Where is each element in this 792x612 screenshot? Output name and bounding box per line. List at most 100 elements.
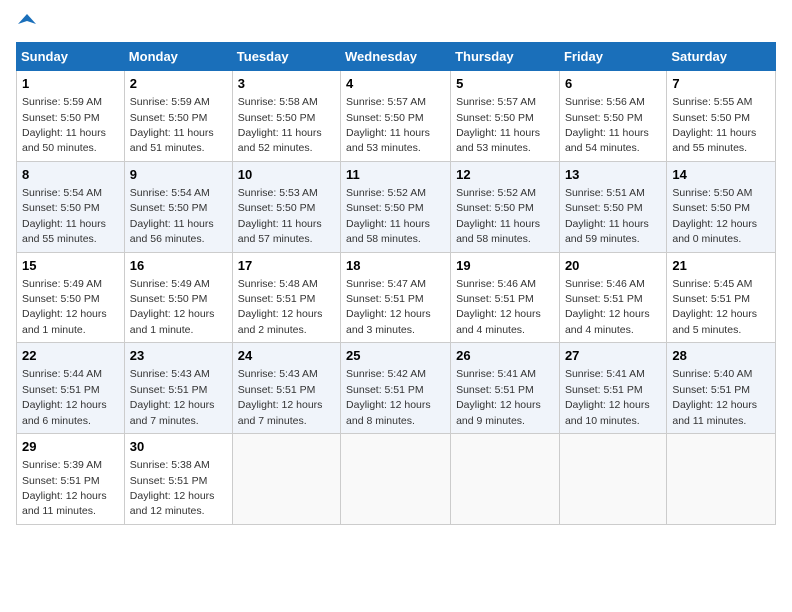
table-row: 29 Sunrise: 5:39 AM Sunset: 5:51 PM Dayl… xyxy=(17,434,125,525)
table-row: 13 Sunrise: 5:51 AM Sunset: 5:50 PM Dayl… xyxy=(559,161,666,252)
table-row: 11 Sunrise: 5:52 AM Sunset: 5:50 PM Dayl… xyxy=(341,161,451,252)
sunrise-info: Sunrise: 5:43 AM xyxy=(130,368,210,380)
sunrise-info: Sunrise: 5:54 AM xyxy=(22,187,102,199)
daylight-info: Daylight: 12 hours and 11 minutes. xyxy=(22,490,107,517)
day-number: 27 xyxy=(565,347,661,365)
table-row: 9 Sunrise: 5:54 AM Sunset: 5:50 PM Dayli… xyxy=(124,161,232,252)
daylight-info: Daylight: 11 hours and 52 minutes. xyxy=(238,127,322,154)
table-row: 22 Sunrise: 5:44 AM Sunset: 5:51 PM Dayl… xyxy=(17,343,125,434)
day-number: 9 xyxy=(130,166,227,184)
sunrise-info: Sunrise: 5:57 AM xyxy=(456,96,536,108)
sunset-info: Sunset: 5:51 PM xyxy=(456,384,534,396)
col-thursday: Thursday xyxy=(451,43,560,71)
day-number: 21 xyxy=(672,257,770,275)
day-number: 22 xyxy=(22,347,119,365)
week-row: 1 Sunrise: 5:59 AM Sunset: 5:50 PM Dayli… xyxy=(17,71,776,162)
day-number: 13 xyxy=(565,166,661,184)
sunrise-info: Sunrise: 5:55 AM xyxy=(672,96,752,108)
daylight-info: Daylight: 11 hours and 54 minutes. xyxy=(565,127,649,154)
day-number: 16 xyxy=(130,257,227,275)
sunrise-info: Sunrise: 5:42 AM xyxy=(346,368,426,380)
week-row: 8 Sunrise: 5:54 AM Sunset: 5:50 PM Dayli… xyxy=(17,161,776,252)
sunrise-info: Sunrise: 5:52 AM xyxy=(456,187,536,199)
table-row: 17 Sunrise: 5:48 AM Sunset: 5:51 PM Dayl… xyxy=(232,252,340,343)
sunrise-info: Sunrise: 5:49 AM xyxy=(22,278,102,290)
col-saturday: Saturday xyxy=(667,43,776,71)
table-row: 24 Sunrise: 5:43 AM Sunset: 5:51 PM Dayl… xyxy=(232,343,340,434)
sunrise-info: Sunrise: 5:56 AM xyxy=(565,96,645,108)
day-number: 28 xyxy=(672,347,770,365)
table-row: 3 Sunrise: 5:58 AM Sunset: 5:50 PM Dayli… xyxy=(232,71,340,162)
daylight-info: Daylight: 11 hours and 53 minutes. xyxy=(456,127,540,154)
sunset-info: Sunset: 5:50 PM xyxy=(672,202,750,214)
table-row: 8 Sunrise: 5:54 AM Sunset: 5:50 PM Dayli… xyxy=(17,161,125,252)
sunrise-info: Sunrise: 5:47 AM xyxy=(346,278,426,290)
daylight-info: Daylight: 11 hours and 59 minutes. xyxy=(565,218,649,245)
col-sunday: Sunday xyxy=(17,43,125,71)
page-header xyxy=(16,16,776,30)
daylight-info: Daylight: 11 hours and 56 minutes. xyxy=(130,218,214,245)
table-row: 27 Sunrise: 5:41 AM Sunset: 5:51 PM Dayl… xyxy=(559,343,666,434)
day-number: 15 xyxy=(22,257,119,275)
daylight-info: Daylight: 11 hours and 51 minutes. xyxy=(130,127,214,154)
sunset-info: Sunset: 5:50 PM xyxy=(130,112,208,124)
empty-cell xyxy=(232,434,340,525)
col-friday: Friday xyxy=(559,43,666,71)
daylight-info: Daylight: 12 hours and 7 minutes. xyxy=(238,399,323,426)
day-number: 8 xyxy=(22,166,119,184)
sunset-info: Sunset: 5:51 PM xyxy=(456,293,534,305)
daylight-info: Daylight: 11 hours and 58 minutes. xyxy=(456,218,540,245)
sunset-info: Sunset: 5:51 PM xyxy=(22,384,100,396)
sunrise-info: Sunrise: 5:38 AM xyxy=(130,459,210,471)
table-row: 20 Sunrise: 5:46 AM Sunset: 5:51 PM Dayl… xyxy=(559,252,666,343)
sunrise-info: Sunrise: 5:46 AM xyxy=(565,278,645,290)
day-number: 20 xyxy=(565,257,661,275)
sunset-info: Sunset: 5:50 PM xyxy=(672,112,750,124)
table-row: 14 Sunrise: 5:50 AM Sunset: 5:50 PM Dayl… xyxy=(667,161,776,252)
day-number: 10 xyxy=(238,166,335,184)
daylight-info: Daylight: 12 hours and 2 minutes. xyxy=(238,308,323,335)
sunrise-info: Sunrise: 5:59 AM xyxy=(130,96,210,108)
empty-cell xyxy=(451,434,560,525)
day-number: 11 xyxy=(346,166,445,184)
week-row: 22 Sunrise: 5:44 AM Sunset: 5:51 PM Dayl… xyxy=(17,343,776,434)
table-row: 23 Sunrise: 5:43 AM Sunset: 5:51 PM Dayl… xyxy=(124,343,232,434)
sunset-info: Sunset: 5:50 PM xyxy=(22,293,100,305)
sunset-info: Sunset: 5:50 PM xyxy=(22,202,100,214)
sunset-info: Sunset: 5:50 PM xyxy=(456,112,534,124)
daylight-info: Daylight: 12 hours and 5 minutes. xyxy=(672,308,757,335)
sunset-info: Sunset: 5:50 PM xyxy=(565,112,643,124)
table-row: 10 Sunrise: 5:53 AM Sunset: 5:50 PM Dayl… xyxy=(232,161,340,252)
day-number: 30 xyxy=(130,438,227,456)
sunset-info: Sunset: 5:50 PM xyxy=(456,202,534,214)
table-row: 7 Sunrise: 5:55 AM Sunset: 5:50 PM Dayli… xyxy=(667,71,776,162)
week-row: 15 Sunrise: 5:49 AM Sunset: 5:50 PM Dayl… xyxy=(17,252,776,343)
sunrise-info: Sunrise: 5:41 AM xyxy=(456,368,536,380)
daylight-info: Daylight: 11 hours and 50 minutes. xyxy=(22,127,106,154)
sunset-info: Sunset: 5:50 PM xyxy=(22,112,100,124)
day-number: 29 xyxy=(22,438,119,456)
sunrise-info: Sunrise: 5:45 AM xyxy=(672,278,752,290)
daylight-info: Daylight: 11 hours and 57 minutes. xyxy=(238,218,322,245)
calendar-header-row: Sunday Monday Tuesday Wednesday Thursday… xyxy=(17,43,776,71)
day-number: 17 xyxy=(238,257,335,275)
empty-cell xyxy=(559,434,666,525)
table-row: 21 Sunrise: 5:45 AM Sunset: 5:51 PM Dayl… xyxy=(667,252,776,343)
sunrise-info: Sunrise: 5:54 AM xyxy=(130,187,210,199)
empty-cell xyxy=(667,434,776,525)
daylight-info: Daylight: 12 hours and 9 minutes. xyxy=(456,399,541,426)
day-number: 23 xyxy=(130,347,227,365)
sunset-info: Sunset: 5:51 PM xyxy=(672,384,750,396)
empty-cell xyxy=(341,434,451,525)
day-number: 12 xyxy=(456,166,554,184)
sunrise-info: Sunrise: 5:40 AM xyxy=(672,368,752,380)
day-number: 14 xyxy=(672,166,770,184)
table-row: 26 Sunrise: 5:41 AM Sunset: 5:51 PM Dayl… xyxy=(451,343,560,434)
daylight-info: Daylight: 12 hours and 6 minutes. xyxy=(22,399,107,426)
daylight-info: Daylight: 11 hours and 55 minutes. xyxy=(672,127,756,154)
sunrise-info: Sunrise: 5:59 AM xyxy=(22,96,102,108)
table-row: 1 Sunrise: 5:59 AM Sunset: 5:50 PM Dayli… xyxy=(17,71,125,162)
sunset-info: Sunset: 5:51 PM xyxy=(565,384,643,396)
sunset-info: Sunset: 5:50 PM xyxy=(565,202,643,214)
sunrise-info: Sunrise: 5:58 AM xyxy=(238,96,318,108)
